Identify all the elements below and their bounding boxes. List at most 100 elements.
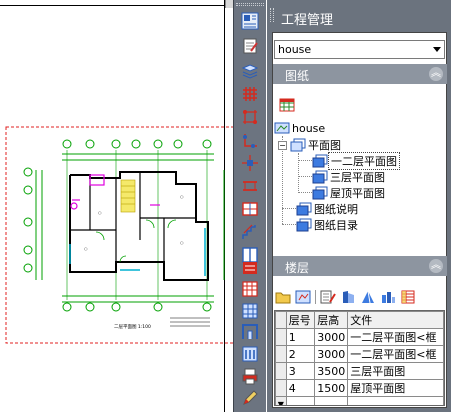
floor-number-cell[interactable]: 3: [285, 362, 316, 380]
sheet-icon: [312, 170, 328, 184]
floor-file-cell[interactable]: 屋顶平面图: [347, 379, 444, 397]
house-icon: [274, 122, 290, 134]
stair-icon[interactable]: [240, 222, 260, 242]
collapse-icon[interactable]: ︽: [429, 259, 443, 273]
layers-icon[interactable]: [240, 61, 260, 81]
sheet-grid-icon[interactable]: [279, 97, 295, 116]
section-icon[interactable]: [240, 301, 260, 321]
tree-line: [282, 208, 296, 209]
floor-table-icon[interactable]: [400, 289, 416, 305]
tree-item-label: 图纸目录: [314, 219, 358, 232]
toolbar-separator: [315, 290, 316, 304]
floors-section-header[interactable]: 楼层 ︽: [273, 256, 447, 276]
open-folder-icon[interactable]: [275, 289, 291, 305]
assemble-floors-icon[interactable]: [320, 289, 336, 305]
tree-folder-label: 平面图: [308, 139, 341, 152]
building-model-icon[interactable]: [340, 289, 356, 305]
svg-text:○: ○: [180, 194, 184, 199]
project-select-value: house: [278, 43, 312, 56]
floor-number-cell[interactable]: 1: [285, 328, 316, 346]
empty-cell[interactable]: [347, 396, 444, 405]
floor-toolbar: [275, 288, 445, 306]
floor-number-cell[interactable]: 2: [285, 345, 316, 363]
column-header-floor[interactable]: 层号: [285, 311, 316, 329]
table-corner: [275, 311, 287, 329]
floor-height-cell[interactable]: 3000: [314, 328, 349, 346]
svg-text:○: ○: [98, 210, 102, 215]
panel-grip[interactable]: [270, 8, 274, 22]
row-header[interactable]: [275, 345, 287, 363]
floor-file-cell[interactable]: 三层平面图: [347, 362, 444, 380]
tool-strip: [233, 0, 266, 412]
empty-cell[interactable]: [285, 396, 316, 405]
axis-grid-icon[interactable]: [240, 84, 260, 104]
collapse-icon[interactable]: ︽: [429, 67, 443, 81]
row-header[interactable]: [275, 328, 287, 346]
column-header-file[interactable]: 文件: [347, 311, 444, 329]
sheets-section-header[interactable]: 图纸 ︽: [273, 64, 447, 84]
svg-text:○: ○: [84, 246, 88, 251]
panel-title: 工程管理: [281, 13, 334, 28]
pencil-icon[interactable]: [240, 388, 260, 408]
app-window: ○ ○ ○ ○ 二层平面图 1:100 工程管理 house 图纸 ︽ hous…: [0, 0, 451, 412]
floor-file-cell[interactable]: 一二层平面图<框: [347, 345, 444, 363]
tree-line: [298, 192, 312, 193]
new-row-marker-icon[interactable]: ▼: [275, 396, 287, 405]
sheets-section-label: 图纸: [285, 69, 310, 83]
svg-text:○: ○: [180, 240, 184, 245]
floor-stack-icon[interactable]: [380, 289, 396, 305]
floor-number-cell[interactable]: 4: [285, 379, 316, 397]
tree-item-plan-3[interactable]: 屋顶平面图: [312, 185, 387, 201]
tree-item-index[interactable]: 图纸目录: [296, 217, 360, 233]
table-row[interactable]: 3 3500 三层平面图: [275, 362, 444, 380]
new-project-icon[interactable]: [240, 11, 260, 31]
print-icon[interactable]: [240, 366, 260, 386]
table-row[interactable]: 2 3000 一二层平面图<框: [275, 345, 444, 363]
tree-item-plan-1[interactable]: 一二层平面图: [312, 152, 400, 170]
floor-plan-drawing: ○ ○ ○ ○ 二层平面图 1:100: [5, 126, 233, 344]
perspective-icon[interactable]: [360, 289, 376, 305]
floor-height-cell[interactable]: 3500: [314, 362, 349, 380]
chevron-down-icon[interactable]: [433, 47, 441, 52]
floors-section-label: 楼层: [285, 261, 310, 275]
wall-icon[interactable]: [240, 176, 260, 196]
row-header[interactable]: [275, 362, 287, 380]
drawing-canvas[interactable]: ○ ○ ○ ○ 二层平面图 1:100: [0, 0, 233, 412]
project-select[interactable]: house: [274, 40, 445, 59]
floor-file-cell[interactable]: 一二层平面图<框: [347, 328, 444, 346]
tree-line: [282, 224, 296, 225]
dimension-axis-icon[interactable]: [240, 130, 260, 150]
table-row[interactable]: 1 3000 一二层平面图<框: [275, 328, 444, 346]
drawing-caption: 二层平面图 1:100: [114, 324, 151, 330]
elevation-icon[interactable]: [240, 279, 260, 299]
tree-item-label: 三层平面图: [330, 171, 385, 184]
column-icon[interactable]: [240, 153, 260, 173]
tree-root-node[interactable]: house: [274, 120, 327, 136]
panel-titlebar[interactable]: 工程管理: [267, 0, 451, 32]
building-icon[interactable]: [240, 344, 260, 364]
table-row-new[interactable]: ▼: [275, 396, 444, 405]
detail-icon[interactable]: [240, 322, 260, 342]
column-header-height[interactable]: 层高: [314, 311, 349, 329]
door-window-icon[interactable]: [240, 199, 260, 219]
toolbar-grip[interactable]: [236, 3, 264, 6]
floor-height-cell[interactable]: 3000: [314, 345, 349, 363]
floor-height-cell[interactable]: 1500: [314, 379, 349, 397]
folder-sheets-icon: [290, 138, 306, 152]
floor-settings-icon[interactable]: [295, 289, 311, 305]
column-grid-icon[interactable]: [240, 107, 260, 127]
roof-icon[interactable]: [240, 258, 260, 278]
empty-cell[interactable]: [314, 396, 349, 405]
tree-line: [298, 153, 299, 193]
tree-item-notes[interactable]: 图纸说明: [296, 201, 360, 217]
edit-document-icon[interactable]: [240, 36, 260, 56]
sheet-icon: [312, 186, 328, 200]
table-row[interactable]: 4 1500 屋顶平面图: [275, 379, 444, 397]
floor-table[interactable]: 层号 层高 文件 1 3000 一二层平面图<框 2 3000 一二层平面图<框…: [274, 310, 445, 406]
tree-line: [298, 160, 312, 161]
row-header[interactable]: [275, 379, 287, 397]
tree-item-plan-2[interactable]: 三层平面图: [312, 169, 387, 185]
sheet-icon: [312, 154, 328, 168]
tree-folder-node[interactable]: 平面图: [290, 137, 343, 153]
tree-collapse-toggle[interactable]: −: [278, 141, 287, 150]
